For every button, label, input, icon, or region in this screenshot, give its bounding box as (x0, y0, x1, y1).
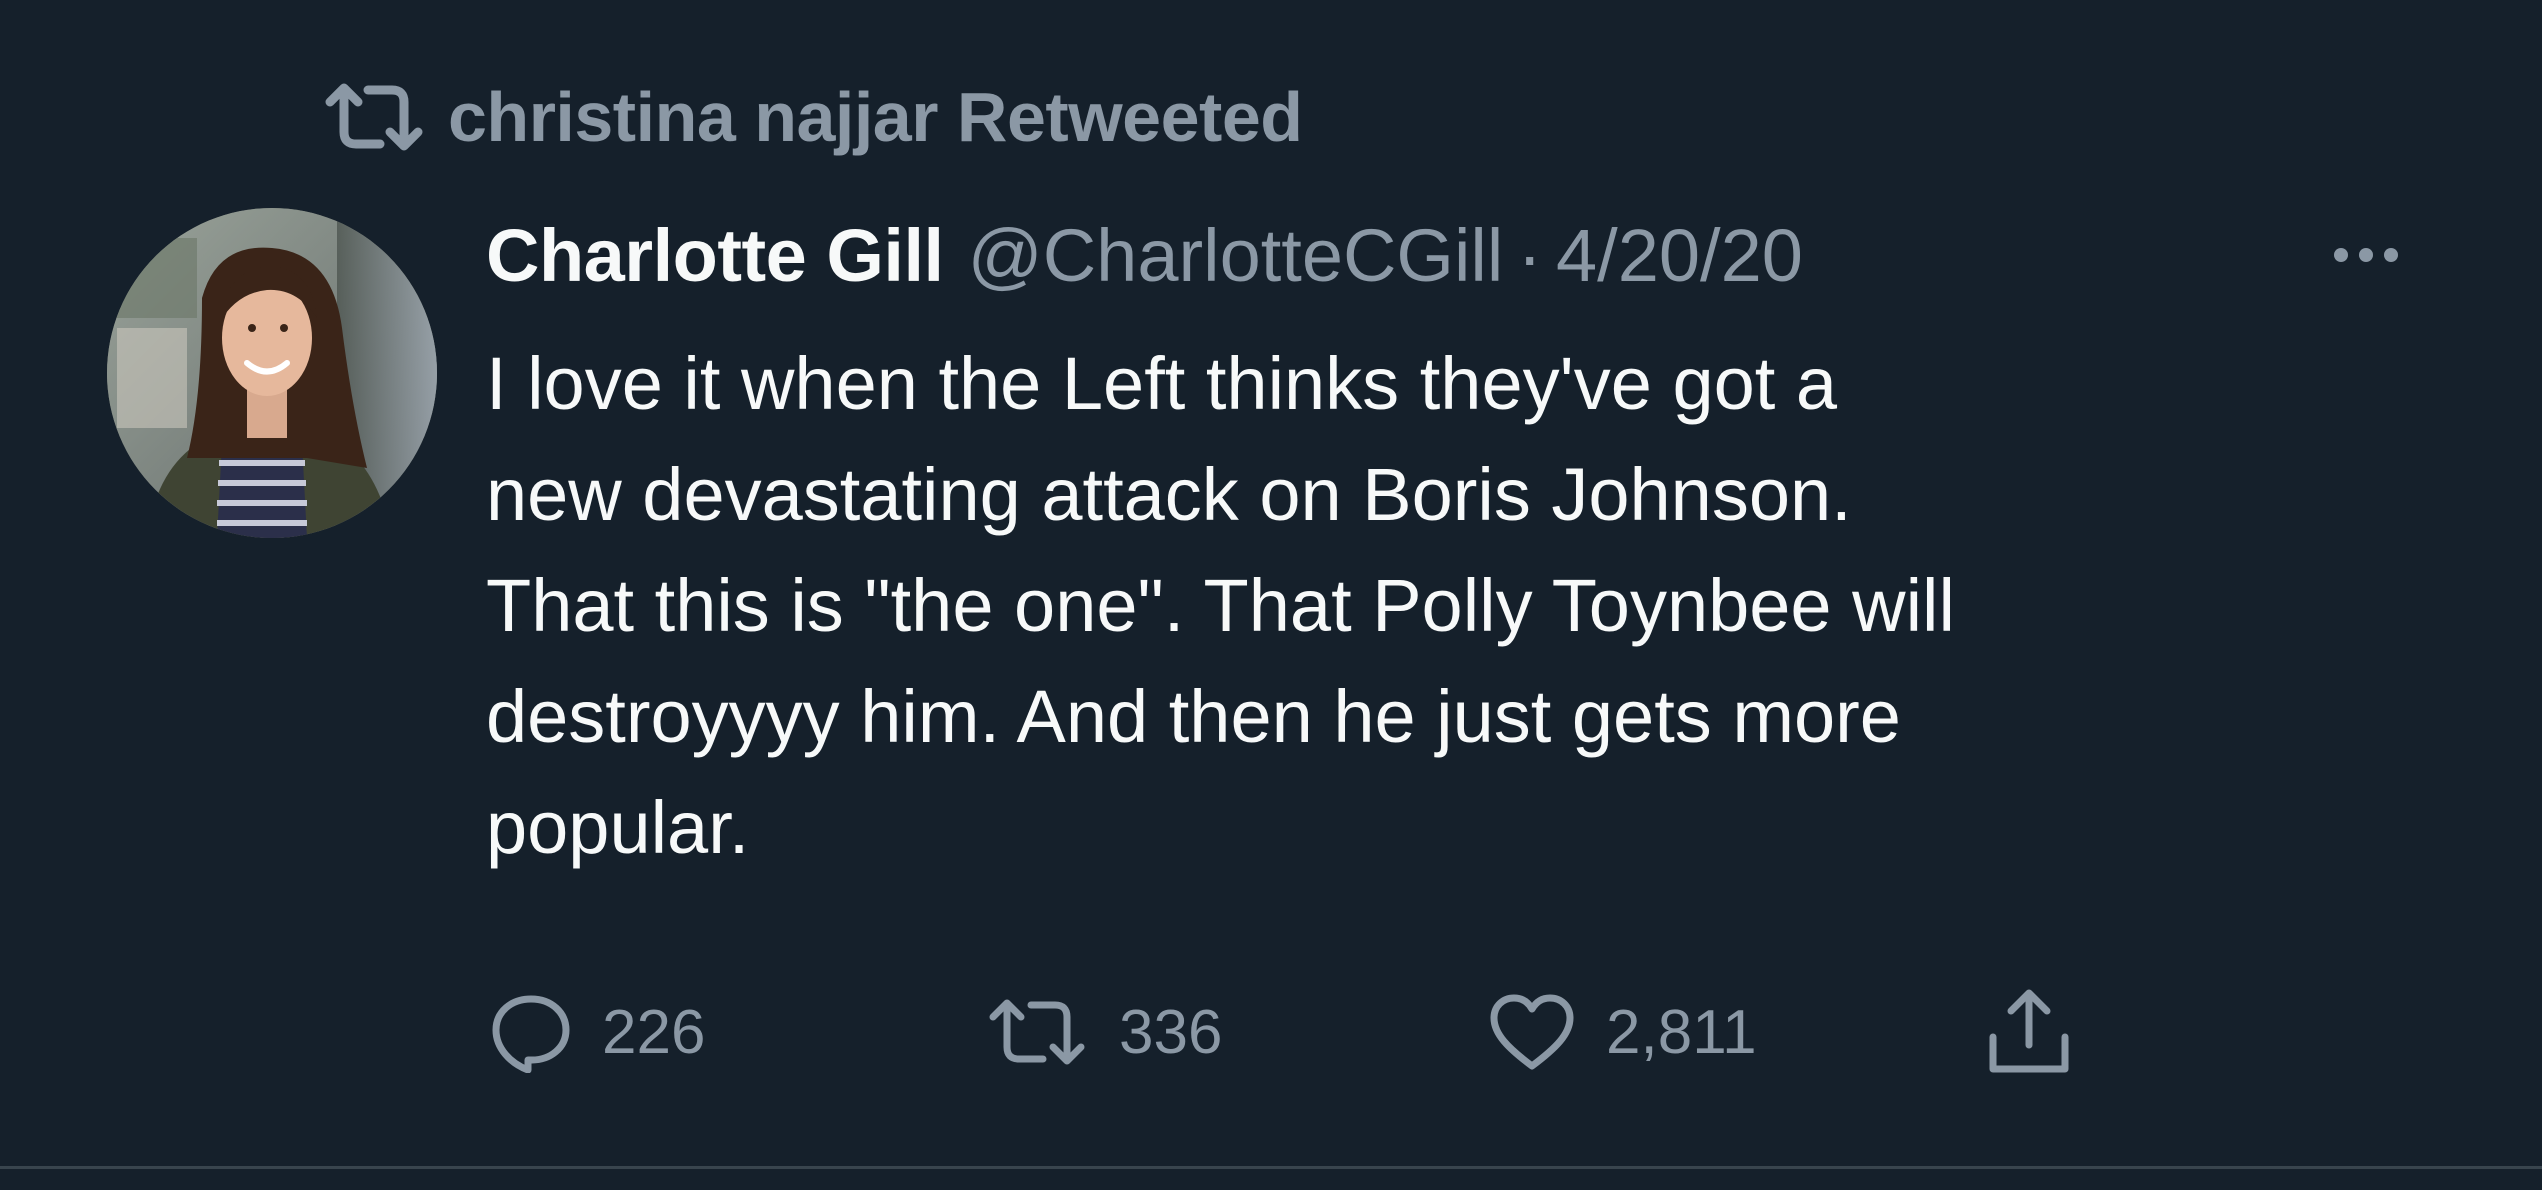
share-icon (1989, 989, 2069, 1073)
reply-icon (492, 995, 570, 1073)
more-dots-icon (2334, 248, 2398, 262)
author-display-name[interactable]: Charlotte Gill (486, 213, 944, 298)
heart-icon (1490, 994, 1574, 1070)
action-bar: 226 336 2,811 (0, 982, 2542, 1082)
retweet-count: 336 (1119, 997, 1223, 1067)
retweet-icon (989, 999, 1085, 1065)
retweet-icon (322, 72, 442, 162)
reply-count: 226 (602, 997, 706, 1067)
separator-dot: · (1517, 213, 1542, 297)
tweet-header: Charlotte Gill @CharlotteCGill · 4/20/20 (486, 205, 2446, 305)
social-context: christina najjar Retweeted (322, 72, 1303, 162)
like-button[interactable]: 2,811 (1488, 982, 1757, 1082)
share-button[interactable] (1985, 982, 2073, 1082)
retweeted-by-label[interactable]: christina najjar Retweeted (448, 77, 1303, 157)
reply-button[interactable]: 226 (490, 982, 705, 1082)
tweet-text: I love it when the Left thinks they've g… (486, 342, 1955, 869)
more-button[interactable] (2318, 225, 2414, 285)
tweet-card[interactable]: christina najjar Retweeted Charlotte Gil… (0, 0, 2542, 1166)
retweet-button[interactable]: 336 (985, 982, 1222, 1082)
tweet-timestamp[interactable]: 4/20/20 (1556, 213, 1803, 298)
avatar[interactable] (107, 208, 437, 538)
like-count: 2,811 (1606, 997, 1757, 1067)
author-handle[interactable]: @CharlotteCGill (968, 213, 1504, 298)
avatar-photo (107, 208, 437, 538)
bottom-strip (0, 1169, 2542, 1190)
